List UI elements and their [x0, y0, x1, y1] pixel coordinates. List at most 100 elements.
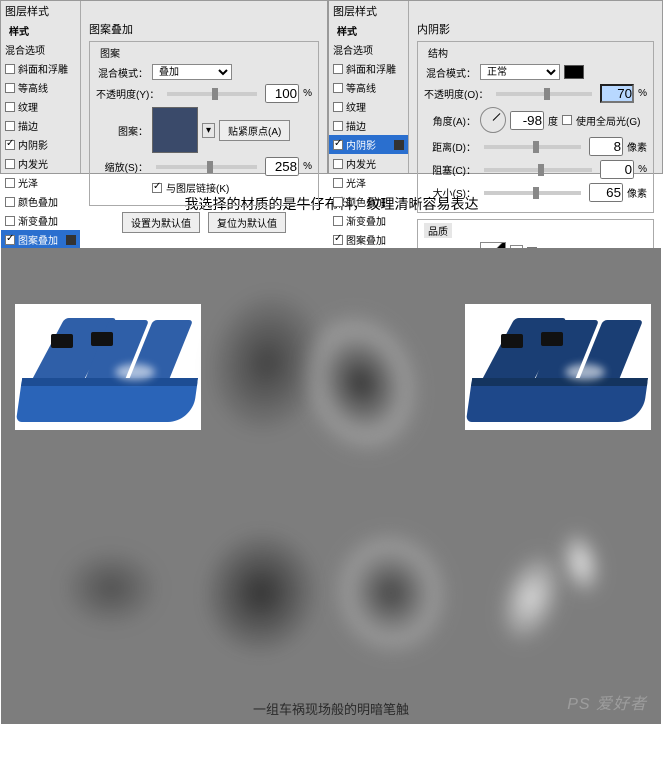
pattern-overlay-panel: 图案叠加 图案 混合模式： 叠加 不透明度(Y)： % 图案： ▾ 贴紧原 — [81, 1, 327, 173]
group-quality: 品质 — [424, 223, 452, 238]
opacity-label: 不透明度(Y)： — [96, 86, 159, 101]
checkbox-icon[interactable] — [5, 140, 15, 150]
style-blend-options[interactable]: 混合选项 — [1, 40, 80, 59]
style-color-overlay[interactable]: 颜色叠加 — [329, 192, 408, 211]
pattern-flyout-icon[interactable]: ▾ — [202, 123, 215, 138]
checkbox-icon[interactable] — [333, 121, 343, 131]
layer-style-dialog-pattern-overlay: 图层样式 样式 混合选项 斜面和浮雕 等高线 纹理 描边 内阴影 内发光 光泽 … — [0, 0, 328, 174]
style-bevel[interactable]: 斜面和浮雕 — [1, 59, 80, 78]
opacity-input[interactable] — [265, 84, 299, 103]
checkbox-icon[interactable] — [333, 216, 343, 226]
style-texture[interactable]: 纹理 — [1, 97, 80, 116]
checkbox-icon[interactable] — [5, 83, 15, 93]
angle-picker[interactable] — [480, 107, 506, 133]
scale-input[interactable] — [265, 157, 299, 176]
link-checkbox[interactable] — [152, 183, 162, 193]
style-pattern-overlay[interactable]: 图案叠加 — [1, 230, 80, 249]
opacity-slider[interactable] — [496, 92, 592, 96]
checkbox-icon[interactable] — [333, 235, 343, 245]
distance-input[interactable] — [589, 137, 623, 156]
size-slider[interactable] — [484, 191, 581, 195]
angle-label: 角度(A)： — [424, 113, 476, 128]
checkbox-icon[interactable] — [333, 178, 343, 188]
checkbox-icon[interactable] — [5, 216, 15, 226]
opacity-slider[interactable] — [167, 92, 257, 96]
distance-label: 距离(D)： — [424, 139, 476, 154]
px-label: 像素 — [627, 139, 647, 154]
blend-mode-select[interactable]: 正常 — [480, 64, 560, 80]
blend-mode-select[interactable]: 叠加 — [152, 64, 232, 80]
choke-input[interactable] — [600, 160, 634, 179]
size-label: 大小(S)： — [424, 185, 476, 200]
styles-header: 样式 — [1, 21, 80, 40]
opacity-label: 不透明度(O)： — [424, 86, 488, 101]
checkbox-icon[interactable] — [333, 159, 343, 169]
watermark: PS 爱好者 — [567, 690, 647, 714]
panel-title: 内阴影 — [417, 21, 654, 37]
checkbox-icon[interactable] — [5, 197, 15, 207]
brush-stroke — [317, 515, 465, 670]
checkbox-icon[interactable] — [333, 102, 343, 112]
checkbox-icon[interactable] — [333, 197, 343, 207]
group-structure: 结构 — [424, 45, 452, 60]
checkbox-icon[interactable] — [333, 140, 343, 150]
checkbox-icon[interactable] — [333, 64, 343, 74]
style-inner-glow[interactable]: 内发光 — [329, 154, 408, 173]
angle-input[interactable] — [510, 111, 544, 130]
shadow-color-picker[interactable] — [564, 65, 584, 79]
checkbox-icon[interactable] — [5, 64, 15, 74]
choke-slider[interactable] — [484, 168, 592, 172]
style-contour[interactable]: 等高线 — [1, 78, 80, 97]
style-gradient-overlay[interactable]: 渐变叠加 — [1, 211, 80, 230]
choke-label: 阻塞(C)： — [424, 162, 476, 177]
style-bevel[interactable]: 斜面和浮雕 — [329, 59, 408, 78]
style-satin[interactable]: 光泽 — [1, 173, 80, 192]
percent-label: % — [638, 164, 647, 175]
sandal-render-textured — [465, 304, 651, 430]
style-pattern-overlay[interactable]: 图案叠加 — [329, 230, 408, 249]
scale-label: 缩放(S)： — [96, 159, 148, 174]
percent-label: % — [303, 161, 312, 172]
style-satin[interactable]: 光泽 — [329, 173, 408, 192]
style-texture[interactable]: 纹理 — [329, 97, 408, 116]
pattern-swatch[interactable] — [152, 107, 198, 153]
percent-label: % — [303, 88, 312, 99]
style-blend-options[interactable]: 混合选项 — [329, 40, 408, 59]
checkbox-icon[interactable] — [5, 235, 15, 245]
style-gradient-overlay[interactable]: 渐变叠加 — [329, 211, 408, 230]
panel-title: 图案叠加 — [89, 21, 319, 37]
percent-label: % — [638, 88, 647, 99]
checkbox-icon[interactable] — [5, 178, 15, 188]
inner-shadow-panel: 内阴影 结构 混合模式： 正常 不透明度(O)： % 角度(A)： — [409, 1, 662, 173]
px-label: 像素 — [627, 185, 647, 200]
style-inner-glow[interactable]: 内发光 — [1, 154, 80, 173]
opacity-input[interactable] — [600, 84, 634, 103]
blend-mode-label: 混合模式： — [96, 65, 148, 80]
group-pattern: 图案 — [96, 45, 124, 60]
selected-flag-icon — [394, 140, 404, 150]
global-light-checkbox[interactable] — [562, 115, 572, 125]
tutorial-caption-2: 一组车祸现场般的明暗笔触 — [1, 699, 661, 718]
checkbox-icon[interactable] — [333, 83, 343, 93]
brush-stroke — [61, 548, 161, 628]
illustration-canvas: 一组车祸现场般的明暗笔触 PS 爱好者 — [1, 248, 661, 724]
pattern-label: 图案： — [96, 123, 148, 138]
style-contour[interactable]: 等高线 — [329, 78, 408, 97]
distance-slider[interactable] — [484, 145, 581, 149]
style-stroke[interactable]: 描边 — [1, 116, 80, 135]
reset-default-button[interactable]: 复位为默认值 — [208, 212, 286, 233]
set-default-button[interactable]: 设置为默认值 — [122, 212, 200, 233]
checkbox-icon[interactable] — [5, 159, 15, 169]
style-inner-shadow[interactable]: 内阴影 — [1, 135, 80, 154]
style-inner-shadow[interactable]: 内阴影 — [329, 135, 408, 154]
link-label: 与图层链接(K) — [166, 180, 229, 195]
brush-stroke — [191, 519, 332, 668]
snap-origin-button[interactable]: 贴紧原点(A) — [219, 120, 290, 141]
dialog-title: 图层样式 — [333, 3, 377, 19]
style-stroke[interactable]: 描边 — [329, 116, 408, 135]
style-color-overlay[interactable]: 颜色叠加 — [1, 192, 80, 211]
scale-slider[interactable] — [156, 165, 257, 169]
checkbox-icon[interactable] — [5, 121, 15, 131]
size-input[interactable] — [589, 183, 623, 202]
checkbox-icon[interactable] — [5, 102, 15, 112]
